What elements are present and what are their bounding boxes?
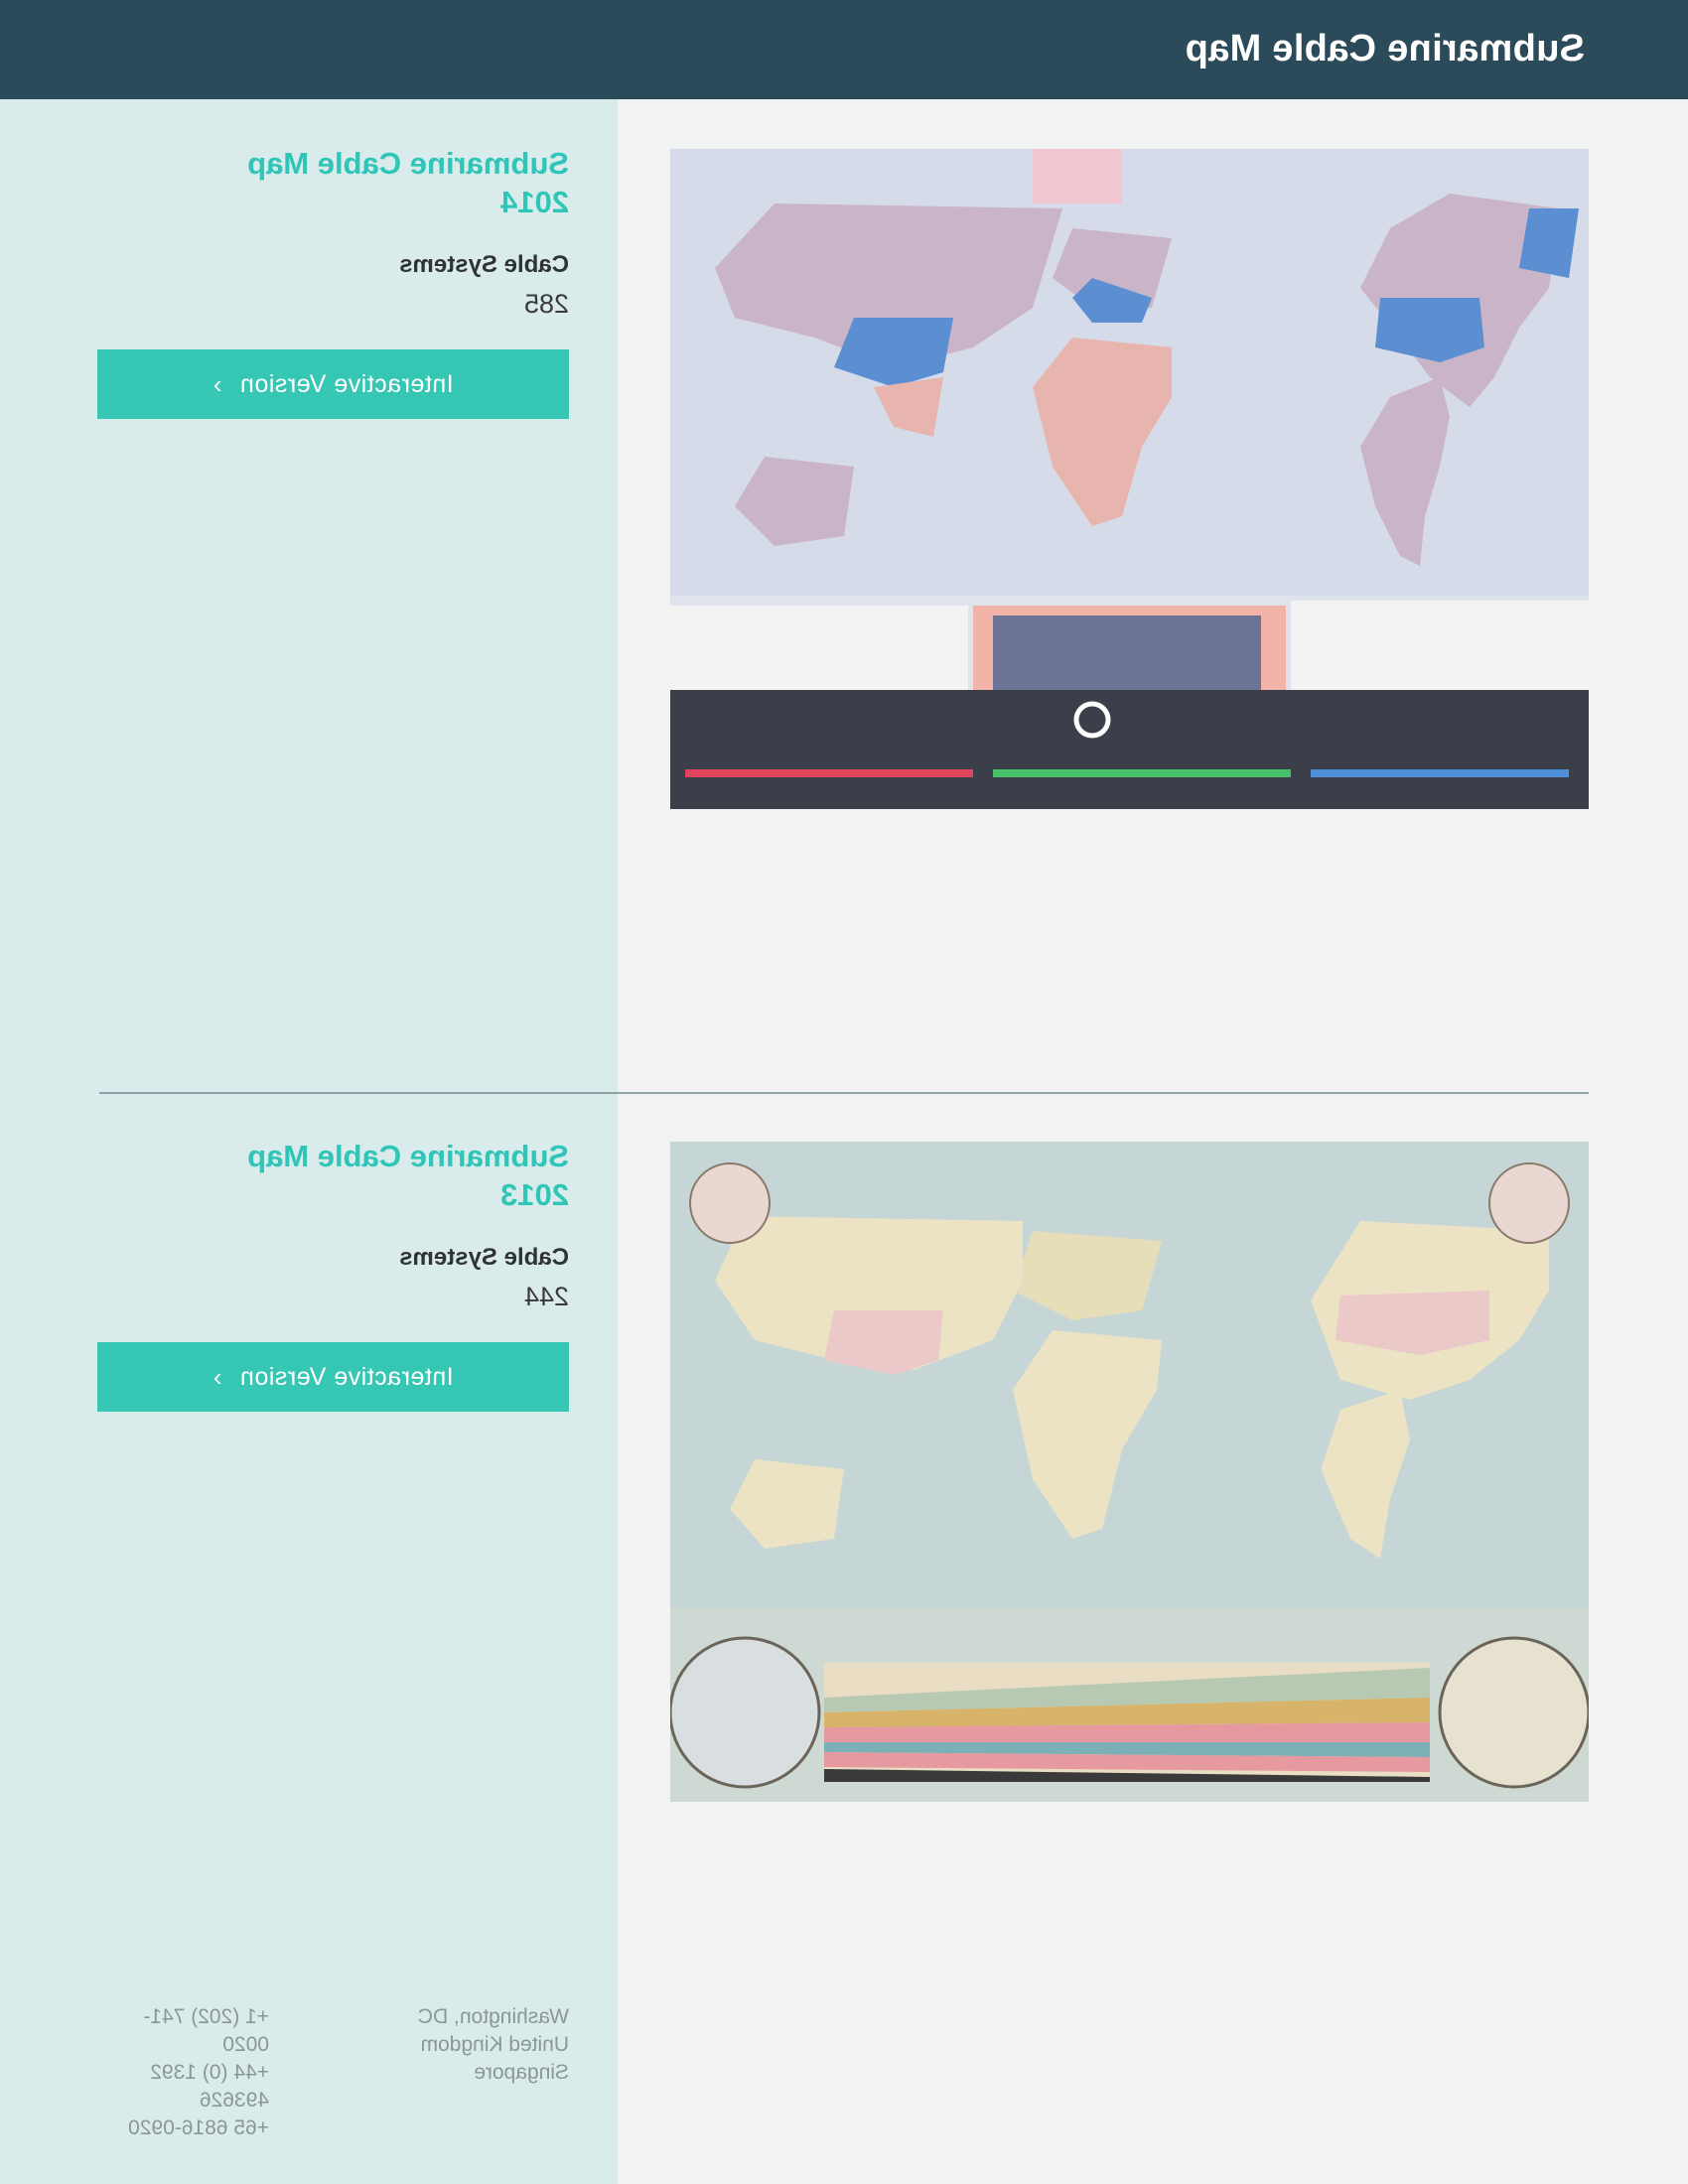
- map-2013-title[interactable]: Submarine Cable Map 2013: [97, 1137, 569, 1214]
- section-divider: [99, 1092, 1589, 1094]
- map-title-text: Submarine Cable Map: [247, 1139, 569, 1173]
- map-title-text: Submarine Cable Map: [247, 146, 569, 181]
- map-2013-info: Submarine Cable Map 2013 Cable Systems 2…: [97, 1137, 569, 1412]
- button-label: Interactive Version: [239, 1362, 454, 1391]
- cable-systems-label: Cable Systems: [399, 1244, 569, 1271]
- chevron-right-icon: ›: [212, 1361, 222, 1392]
- office-locations: Washington, DC United Kingdom Singapore: [418, 2003, 569, 2087]
- cable-systems-label: Cable Systems: [399, 251, 569, 278]
- office-city: Washington, DC: [417, 2005, 569, 2028]
- office-city: United Kingdom: [420, 2033, 569, 2056]
- map-year: 2014: [500, 185, 569, 219]
- map-2014-title[interactable]: Submarine Cable Map 2014: [97, 144, 569, 221]
- contact-footer: Washington, DC United Kingdom Singapore …: [97, 2003, 569, 2139]
- office-city: Singapore: [474, 2061, 569, 2084]
- map-2013-image[interactable]: [670, 1142, 1589, 1802]
- site-header: Submarine Cable Map: [0, 0, 1688, 99]
- page: Submarine Cable Map Submarine Cable Map …: [0, 0, 1688, 2184]
- office-phone[interactable]: +65 6816-0920: [97, 2115, 269, 2142]
- chevron-right-icon: ›: [212, 368, 222, 399]
- office-phone[interactable]: +1 (202) 741-0020: [97, 2003, 269, 2059]
- cable-systems-count: 285: [523, 289, 569, 319]
- map-year: 2013: [500, 1177, 569, 1212]
- map-2014-info: Submarine Cable Map 2014 Cable Systems 2…: [97, 144, 569, 419]
- interactive-version-button-2013[interactable]: Interactive Version ›: [97, 1342, 569, 1412]
- office-phone[interactable]: +44 (0) 1392 493626: [97, 2059, 269, 2115]
- map-2014-image[interactable]: [670, 149, 1589, 809]
- world-map-2014-icon: [670, 149, 1589, 809]
- button-label: Interactive Version: [239, 369, 454, 398]
- site-title[interactable]: Submarine Cable Map: [1185, 28, 1585, 70]
- cable-systems-count: 244: [523, 1282, 569, 1311]
- interactive-version-button-2014[interactable]: Interactive Version ›: [97, 349, 569, 419]
- world-map-2013-icon: [670, 1142, 1589, 1802]
- office-phones: +1 (202) 741-0020 +44 (0) 1392 493626 +6…: [97, 2003, 269, 2142]
